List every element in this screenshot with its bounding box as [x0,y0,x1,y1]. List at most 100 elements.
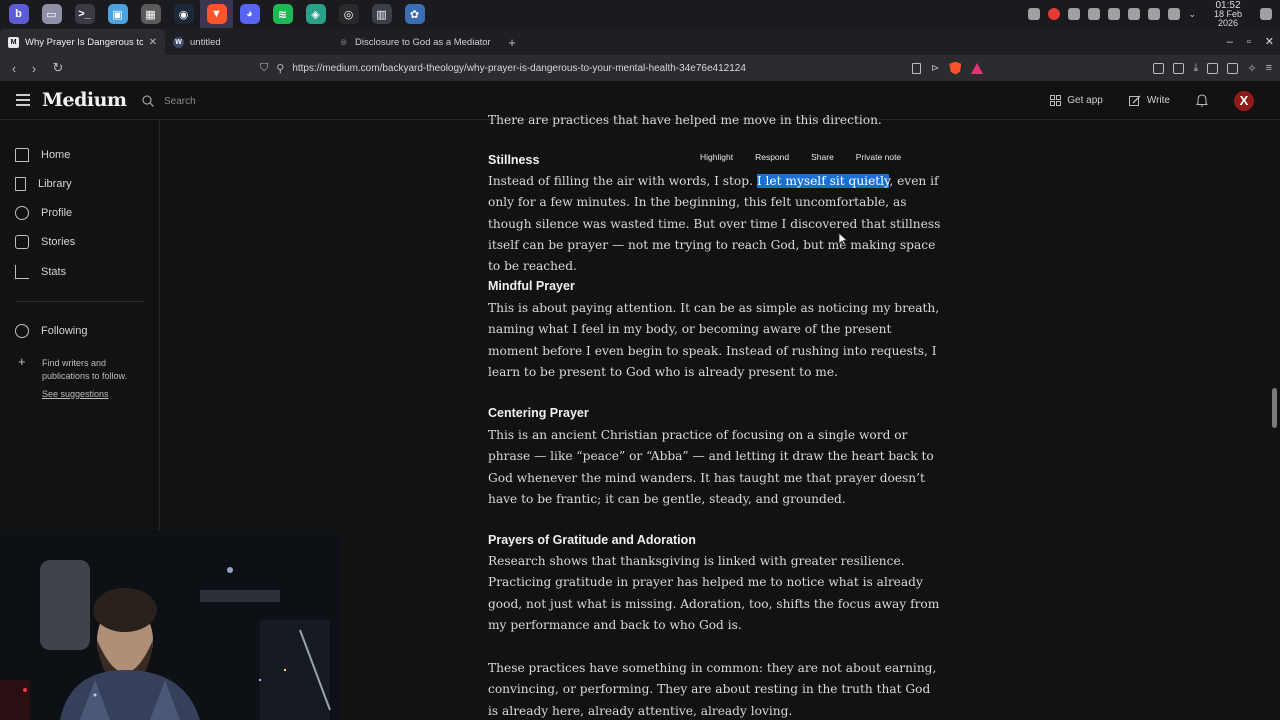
private-note-button[interactable]: Private note [856,152,901,162]
respond-button[interactable]: Respond [755,152,789,162]
network-icon[interactable] [1148,8,1161,20]
sidebar-item-label: Library [38,178,72,190]
terminal-icon: >_ [74,4,95,24]
scrollbar-thumb[interactable] [1272,388,1277,428]
screenshot-icon[interactable] [1173,62,1185,74]
centering-prayer-heading: Centering Prayer [488,406,589,420]
get-app-button[interactable]: Get app [1050,95,1103,106]
avatar[interactable]: X [1234,90,1254,111]
taskbar-app-file-manager[interactable]: ▭ [35,0,68,28]
window-controls: – ▫ ✕ [1227,28,1274,55]
forward-icon[interactable]: › [24,61,44,76]
sidebar-item-following[interactable]: Following [15,324,87,338]
taskbar-app-terminal[interactable]: >_ [68,0,101,28]
taskbar-app-krita[interactable]: ✿ [398,0,431,28]
leo-ai-icon[interactable]: ✧ [1247,62,1256,75]
clock[interactable]: 01:52 18 Feb 2026 [1204,0,1252,28]
taskbar-app-layers[interactable]: ◈ [299,0,332,28]
krita-icon: ✿ [404,4,425,24]
tab-disclosure[interactable]: ◎ Disclosure to God as a Mediator [330,29,500,55]
tray-expand-icon[interactable]: ⌄ [1188,9,1196,20]
record-icon[interactable] [1048,8,1061,20]
reload-icon[interactable]: ↻ [48,60,68,76]
taskbar-app-discord[interactable]: ◕ [233,0,266,28]
video-editor-icon: ▥ [371,4,392,24]
close-window-icon[interactable]: ✕ [1265,35,1274,48]
sidebar-item-library[interactable]: Library [15,177,72,191]
tab-untitled[interactable]: W untitled [165,29,330,55]
stillness-text-end: , even if only for a few minutes. In the… [488,174,941,274]
volume-icon[interactable] [1108,8,1121,20]
url-text[interactable]: https://medium.com/backyard-theology/why… [292,63,746,74]
share-button[interactable]: Share [811,152,834,162]
wallet-icon[interactable] [1227,62,1239,74]
stillness-heading: Stillness [488,153,540,167]
system-tray: ⌄ 01:52 18 Feb 2026 [1028,0,1272,28]
hamburger-menu-icon[interactable] [16,94,30,106]
stillness-paragraph: Instead of filling the air with words, I… [488,171,943,277]
selected-text[interactable]: I let myself sit quietly [756,174,890,188]
brave-shield-icon[interactable] [949,61,962,75]
sidebar-toggle-icon[interactable] [1207,62,1219,74]
sidebar-item-profile[interactable]: Profile [15,206,72,220]
show-desktop-icon[interactable] [1260,8,1272,20]
app-menu-icon: b [8,4,29,24]
clipboard-icon[interactable] [1088,8,1101,20]
sidebar-item-label: Home [41,149,71,161]
spotify-icon: ≋ [272,4,293,24]
taskbar-app-image-viewer[interactable]: ▣ [101,0,134,28]
obs-icon: ◎ [338,4,359,24]
sidebar-item-stats[interactable]: Stats [15,265,66,279]
tab-title: Disclosure to God as a Mediator [355,36,491,48]
see-suggestions-link[interactable]: See suggestions [42,389,109,399]
write-button[interactable]: Write [1128,95,1170,107]
sidebar-item-home[interactable]: Home [15,148,70,162]
tab-medium-article[interactable]: M Why Prayer Is Dangerous to ✕ [0,29,165,55]
gratitude-heading: Prayers of Gratitude and Adoration [488,533,696,547]
extensions-icon[interactable] [1153,62,1165,74]
taskbar-app-obs[interactable]: ◎ [332,0,365,28]
warning-icon[interactable] [1028,8,1041,20]
gratitude-paragraph: Research shows that thanksgiving is link… [488,554,940,632]
home-icon [15,148,29,162]
search-box[interactable]: Search [142,91,362,111]
sidebar-item-stories[interactable]: Stories [15,235,75,249]
os-taskbar: b ▭ >_ ▣ ▦ ◉ ▼ ◕ ≋ ◈ ◎ ▥ ✿ ⌄ 01:52 18 Feb 2026 [0,0,1280,28]
brave-rewards-icon[interactable] [971,62,984,74]
highlight-button[interactable]: Highlight [700,152,733,162]
maximize-icon[interactable]: ▫ [1247,36,1251,48]
taskbar-app-steam[interactable]: ◉ [167,0,200,28]
plus-icon[interactable]: + [18,354,26,369]
battery-icon[interactable] [1128,8,1141,20]
stillness-text-start: Instead of filling the air with words, I… [488,174,757,188]
taskbar-app-calculator[interactable]: ▦ [134,0,167,28]
close-tab-icon[interactable]: ✕ [149,37,157,48]
closing-paragraph: These practices have something in common… [488,661,937,718]
reader-mode-icon[interactable] [912,62,921,74]
address-bar[interactable]: ⛉ ⚲ https://medium.com/backyard-theology… [256,57,1000,79]
steam-tray-icon[interactable] [1068,8,1081,20]
site-settings-icon[interactable]: ⚲ [276,62,284,75]
sidebar-item-label: Profile [41,207,73,219]
new-tab-button[interactable]: + [500,29,524,55]
sidebar-item-label: Stories [41,236,76,248]
bookmark-icon[interactable]: ⛉ [260,62,268,75]
medium-logo[interactable]: Medium [42,89,127,111]
stories-icon [15,235,29,249]
back-icon[interactable]: ‹ [4,61,24,76]
steam-icon: ◉ [173,4,194,24]
brave-icon: ▼ [206,4,227,24]
menu-icon[interactable]: ≡ [1266,62,1272,74]
display-icon[interactable] [1168,8,1181,20]
minimize-icon[interactable]: – [1227,36,1233,48]
page-scrollbar[interactable] [1270,120,1278,720]
file-manager-icon: ▭ [41,4,62,24]
taskbar-app-app-menu[interactable]: b [2,0,35,28]
send-icon[interactable]: ⊳ [931,63,939,74]
search-icon [142,95,154,107]
taskbar-app-spotify[interactable]: ≋ [266,0,299,28]
notifications-bell-icon[interactable] [1196,94,1208,107]
download-icon[interactable]: ⤓ [1193,62,1198,75]
taskbar-app-video-editor[interactable]: ▥ [365,0,398,28]
taskbar-app-brave[interactable]: ▼ [200,0,233,28]
